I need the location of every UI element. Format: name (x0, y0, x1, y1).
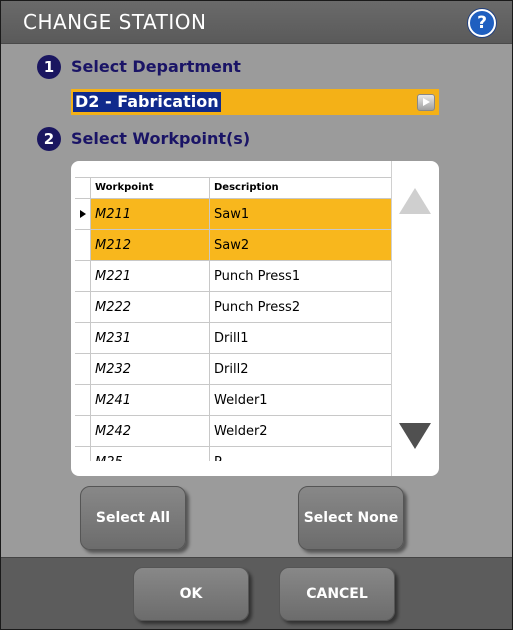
row-indicator (75, 199, 91, 229)
workpoint-cell: M211 (91, 199, 210, 229)
workpoint-cell: M232 (91, 354, 210, 384)
table-row[interactable]: M242 Welder2 (75, 416, 391, 447)
row-indicator (75, 354, 91, 384)
row-indicator-header (75, 178, 91, 198)
workpoint-cell: M231 (91, 323, 210, 353)
row-indicator (75, 416, 91, 446)
workpoint-grid-panel: Workpoint Description M211 Saw1 M212 Saw2 M2… (71, 161, 439, 476)
row-indicator (75, 385, 91, 415)
help-icon[interactable]: ? (468, 9, 496, 37)
column-header-description[interactable]: Description (210, 178, 391, 198)
description-cell: P (210, 447, 391, 461)
title-bar: CHANGE STATION ? (1, 1, 512, 44)
department-dropdown[interactable]: D2 - Fabrication (71, 89, 439, 115)
workpoint-cell: M241 (91, 385, 210, 415)
grid-header-row: Workpoint Description (75, 177, 391, 199)
scroll-divider (391, 161, 392, 476)
scroll-down-arrow-icon[interactable] (399, 423, 431, 449)
column-header-workpoint[interactable]: Workpoint (91, 178, 210, 198)
department-dropdown-value: D2 - Fabrication (73, 92, 221, 112)
table-row[interactable]: M212 Saw2 (75, 230, 391, 261)
description-cell: Drill1 (214, 331, 249, 346)
workpoint-cell: M25 (91, 447, 210, 461)
dropdown-arrow-icon[interactable] (417, 94, 435, 111)
cancel-button[interactable]: CANCEL (279, 567, 395, 621)
select-none-button[interactable]: Select None (298, 486, 404, 550)
table-row[interactable]: M25P (75, 447, 391, 461)
dialog-title: CHANGE STATION (23, 10, 207, 34)
description-cell: Punch Press2 (214, 300, 301, 315)
workpoint-cell: M222 (91, 292, 210, 322)
workpoint-cell: M242 (91, 416, 210, 446)
current-row-pointer-icon (80, 210, 86, 218)
select-all-button[interactable]: Select All (80, 486, 186, 550)
description-cell: Punch Press1 (214, 269, 301, 284)
row-indicator (75, 447, 91, 461)
select-department-label: Select Department (71, 57, 241, 76)
description-cell: Welder1 (214, 393, 268, 408)
table-row[interactable]: M222 Punch Press2 (75, 292, 391, 323)
table-row[interactable]: M231 Drill1 (75, 323, 391, 354)
table-row[interactable]: M232 Drill2 (75, 354, 391, 385)
dialog-footer: OK CANCEL (1, 557, 512, 629)
change-station-dialog: CHANGE STATION ? 1 Select Department D2 … (0, 0, 513, 630)
table-row[interactable]: M221 Punch Press1 (75, 261, 391, 292)
table-row[interactable]: M211 Saw1 (75, 199, 391, 230)
table-row[interactable]: M241 Welder1 (75, 385, 391, 416)
row-indicator (75, 292, 91, 322)
row-indicator (75, 261, 91, 291)
row-indicator (75, 230, 91, 260)
row-indicator (75, 323, 91, 353)
workpoint-cell: M212 (91, 230, 210, 260)
description-cell: Welder2 (214, 424, 268, 439)
scroll-up-arrow-icon[interactable] (399, 188, 431, 214)
select-workpoints-label: Select Workpoint(s) (71, 129, 251, 148)
description-cell: Drill2 (214, 362, 249, 377)
description-cell: Saw2 (210, 230, 391, 260)
workpoint-grid: Workpoint Description M211 Saw1 M212 Saw2 M2… (75, 177, 391, 461)
step-1-badge: 1 (37, 55, 61, 79)
description-cell: Saw1 (210, 199, 391, 229)
workpoint-cell: M221 (91, 261, 210, 291)
ok-button[interactable]: OK (133, 567, 249, 621)
step-2-badge: 2 (37, 127, 61, 151)
